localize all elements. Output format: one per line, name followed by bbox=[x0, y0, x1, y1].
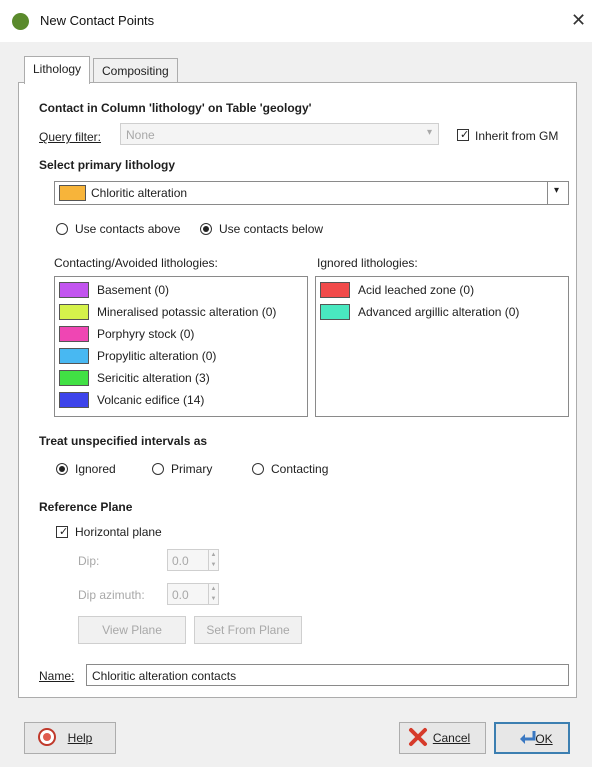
query-filter-label: Query filter: bbox=[39, 130, 101, 144]
ok-button[interactable]: OK bbox=[494, 722, 570, 754]
cancel-icon bbox=[409, 728, 427, 746]
unspecified-heading: Treat unspecified intervals as bbox=[39, 434, 208, 448]
color-swatch bbox=[320, 304, 350, 320]
color-swatch bbox=[59, 348, 89, 364]
check-icon: ✓ bbox=[460, 129, 470, 141]
list-item-label: Sericitic alteration (3) bbox=[97, 371, 210, 385]
color-swatch bbox=[59, 326, 89, 342]
list-item-label: Propylitic alteration (0) bbox=[97, 349, 217, 363]
unspecified-ignored-label: Ignored bbox=[75, 462, 116, 476]
horizontal-plane-checkbox[interactable]: ✓ bbox=[56, 526, 68, 538]
contacting-heading: Contacting/Avoided lithologies: bbox=[54, 256, 218, 270]
contacting-listbox[interactable]: Basement (0) Mineralised potassic altera… bbox=[54, 276, 308, 417]
unspecified-contacting-radio[interactable] bbox=[252, 463, 264, 475]
chevron-down-icon: ▾ bbox=[426, 127, 432, 138]
use-contacts-above-label: Use contacts above bbox=[75, 222, 181, 236]
list-item-label: Acid leached zone (0) bbox=[358, 283, 475, 297]
query-filter-value: None bbox=[126, 128, 155, 142]
color-swatch bbox=[59, 304, 89, 320]
tab-compositing[interactable]: Compositing bbox=[93, 58, 178, 84]
color-swatch bbox=[59, 370, 89, 386]
name-label: Name: bbox=[39, 669, 74, 683]
inherit-label: Inherit from GM bbox=[475, 129, 559, 143]
enter-arrow-icon bbox=[520, 731, 536, 744]
primary-lithology-value: Chloritic alteration bbox=[91, 186, 188, 200]
help-button[interactable]: Help bbox=[24, 722, 116, 754]
query-filter-label-text: Query filter: bbox=[39, 130, 102, 144]
tab-lithology[interactable]: Lithology bbox=[24, 56, 91, 84]
lifebuoy-icon bbox=[38, 728, 56, 746]
spinner-arrows-icon[interactable]: ▲ ▼ bbox=[208, 584, 218, 604]
primary-dropdown-button[interactable]: ▾ bbox=[547, 182, 568, 204]
name-input-value: Chloritic alteration contacts bbox=[92, 669, 237, 683]
use-contacts-below-label: Use contacts below bbox=[219, 222, 324, 236]
list-item-label: Basement (0) bbox=[97, 283, 170, 297]
primary-heading: Select primary lithology bbox=[39, 158, 176, 172]
dip-azimuth-spinbox[interactable]: 0.0 ▲ ▼ bbox=[167, 583, 219, 605]
cancel-button[interactable]: Cancel bbox=[399, 722, 486, 754]
dip-value: 0.0 bbox=[172, 554, 189, 568]
primary-color-swatch bbox=[59, 185, 86, 201]
list-item-label: Volcanic edifice (14) bbox=[97, 393, 205, 407]
dip-spinbox[interactable]: 0.0 ▲ ▼ bbox=[167, 549, 219, 571]
ignored-heading: Ignored lithologies: bbox=[317, 256, 418, 270]
primary-lithology-select[interactable]: Chloritic alteration ▾ bbox=[54, 181, 569, 205]
app-logo-icon bbox=[12, 13, 29, 30]
help-button-label: Help bbox=[67, 731, 93, 745]
dip-label: Dip: bbox=[78, 554, 100, 568]
list-item-label: Advanced argillic alteration (0) bbox=[358, 305, 520, 319]
close-icon[interactable]: ✕ bbox=[571, 10, 586, 31]
set-from-plane-button[interactable]: Set From Plane bbox=[194, 616, 302, 644]
query-filter-select[interactable]: None ▾ bbox=[120, 123, 439, 145]
name-input[interactable]: Chloritic alteration contacts bbox=[86, 664, 569, 686]
horizontal-plane-label: Horizontal plane bbox=[75, 525, 162, 539]
color-swatch bbox=[320, 282, 350, 298]
unspecified-contacting-label: Contacting bbox=[271, 462, 329, 476]
spinner-arrows-icon[interactable]: ▲ ▼ bbox=[208, 550, 218, 570]
list-item-label: Porphyry stock (0) bbox=[97, 327, 195, 341]
cancel-button-label: Cancel bbox=[432, 731, 471, 745]
unspecified-ignored-radio[interactable] bbox=[56, 463, 68, 475]
contact-heading: Contact in Column 'lithology' on Table '… bbox=[39, 101, 312, 115]
unspecified-primary-label: Primary bbox=[171, 462, 213, 476]
window-title: New Contact Points bbox=[40, 13, 155, 28]
color-swatch bbox=[59, 392, 89, 408]
name-label-text: Name: bbox=[39, 669, 75, 683]
color-swatch bbox=[59, 282, 89, 298]
ignored-listbox[interactable]: Acid leached zone (0) Advanced argillic … bbox=[315, 276, 569, 417]
check-icon: ✓ bbox=[59, 526, 69, 538]
unspecified-primary-radio[interactable] bbox=[152, 463, 164, 475]
dip-azimuth-label: Dip azimuth: bbox=[78, 588, 145, 602]
reference-plane-heading: Reference Plane bbox=[39, 500, 133, 514]
list-item-label: Mineralised potassic alteration (0) bbox=[97, 305, 277, 319]
use-contacts-below-radio[interactable] bbox=[200, 223, 212, 235]
view-plane-button[interactable]: View Plane bbox=[78, 616, 186, 644]
use-contacts-above-radio[interactable] bbox=[56, 223, 68, 235]
chevron-down-icon: ▾ bbox=[554, 185, 560, 196]
dip-azimuth-value: 0.0 bbox=[172, 588, 189, 602]
inherit-checkbox[interactable]: ✓ bbox=[457, 129, 469, 141]
